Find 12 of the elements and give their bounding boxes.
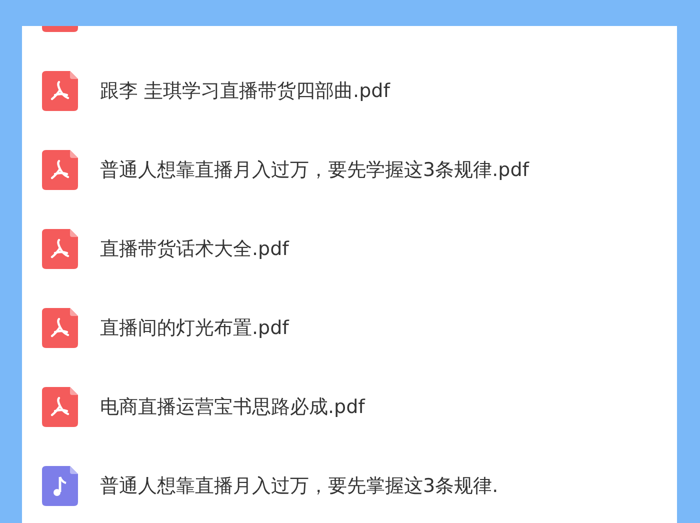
pdf-file-icon — [42, 150, 78, 190]
pdf-file-icon — [42, 70, 78, 110]
file-name[interactable]: 电商直播运营宝书思路必成.pdf — [100, 394, 365, 420]
file-name[interactable]: 直播间的灯光布置.pdf — [100, 314, 289, 340]
pdf-file-icon — [42, 386, 78, 426]
pdf-file-icon — [42, 228, 78, 268]
file-name[interactable]: 跟李 圭琪学习直播带货四部曲.pdf — [100, 78, 390, 104]
file-name[interactable]: 普通人想靠直播月入过万，要先掌握这3条规律. — [100, 472, 498, 498]
file-name[interactable]: 普通人想靠直播月入过万，要先学握这3条规律.pdf — [100, 156, 529, 182]
pdf-file-icon — [42, 308, 78, 348]
music-file-icon — [42, 466, 78, 506]
file-name[interactable]: 直播带货话术大全.pdf — [100, 236, 289, 262]
